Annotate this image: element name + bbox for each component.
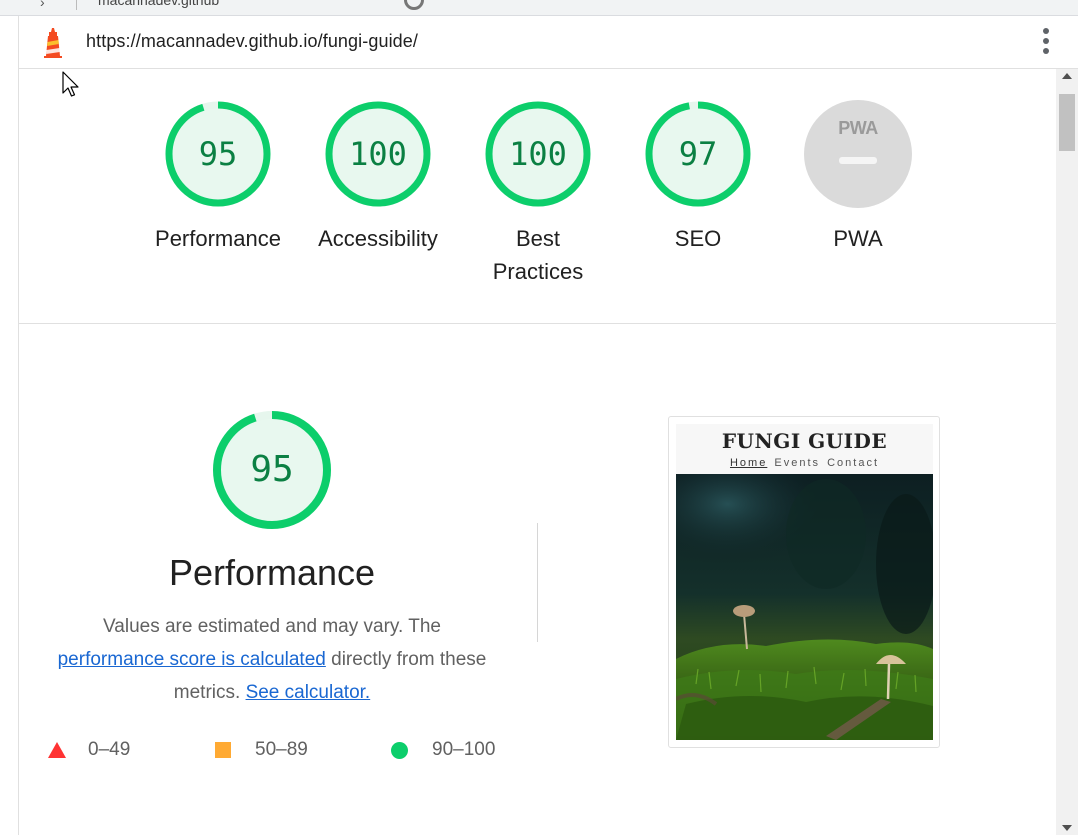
tab-title[interactable]: macannadev.github <box>98 0 219 8</box>
score-value: 97 <box>678 135 718 173</box>
gauge-label: Best Practices <box>492 226 584 284</box>
gauge-label: Performance <box>155 226 281 251</box>
score-value: 100 <box>349 135 407 173</box>
orange-square-icon <box>215 742 231 758</box>
site-nav-events: Events <box>774 457 821 469</box>
tab-separator <box>76 0 77 10</box>
mouse-cursor-icon <box>62 71 79 97</box>
score-calculated-link[interactable]: performance score is calculated <box>58 649 326 670</box>
desc-text: Values are estimated and may vary. The <box>103 616 441 637</box>
performance-title: Performance <box>168 552 376 593</box>
green-circle-icon <box>391 742 408 759</box>
gauge-label: Accessibility <box>318 226 438 251</box>
tab-back-icon[interactable]: › <box>40 0 45 10</box>
pwa-badge-ring: PWA <box>804 100 912 208</box>
section-divider <box>19 323 1056 324</box>
legend-average-range: 50–89 <box>255 739 308 760</box>
site-title: FUNGI GUIDE <box>721 429 888 453</box>
score-ring: 97 <box>644 100 752 208</box>
scroll-down-arrow-icon[interactable] <box>1062 825 1072 831</box>
site-nav-contact: Contact <box>827 457 880 469</box>
gauge-seo[interactable]: 97 SEO <box>628 100 768 255</box>
report-url-bar: https://macannadev.github.io/fungi-guide… <box>19 16 1078 69</box>
legend-pass-range: 90–100 <box>432 739 496 760</box>
red-triangle-icon <box>48 742 66 758</box>
pwa-badge-icon: PWA <box>804 100 912 208</box>
final-screenshot-card[interactable]: FUNGI GUIDE Home Events Contact <box>668 416 940 748</box>
gauge-accessibility[interactable]: 100 Accessibility <box>308 100 448 255</box>
vertical-separator <box>537 523 538 642</box>
mushroom-moss-photo <box>676 474 933 740</box>
lighthouse-icon <box>44 28 62 58</box>
score-ring: 100 <box>484 100 592 208</box>
see-calculator-link[interactable]: See calculator. <box>246 682 371 703</box>
score-ring: 100 <box>324 100 432 208</box>
performance-score-gauge: 95 <box>211 409 333 531</box>
gauge-label: PWA <box>833 226 883 251</box>
browser-tab-strip: › macannadev.github <box>0 0 1078 16</box>
score-ring: 95 <box>164 100 272 208</box>
site-nav: Home Events Contact <box>676 457 933 469</box>
score-value: 95 <box>250 449 294 490</box>
pwa-dash <box>839 157 877 164</box>
kebab-menu-icon[interactable] <box>1042 28 1050 58</box>
gauge-performance[interactable]: 95 Performance <box>148 100 288 255</box>
gauge-label: SEO <box>674 226 722 251</box>
lighthouse-report-page: › macannadev.github https://macannadev.g… <box>0 0 1078 835</box>
vertical-scrollbar[interactable] <box>1056 69 1078 835</box>
site-header-preview: FUNGI GUIDE Home Events Contact <box>676 424 933 474</box>
performance-description: Values are estimated and may vary. The p… <box>40 610 504 709</box>
gauge-best-practices[interactable]: 100 Best Practices <box>468 100 608 288</box>
left-border <box>18 16 19 835</box>
scroll-up-arrow-icon[interactable] <box>1062 73 1072 79</box>
score-scale-legend: 0–49 50–89 90–100 <box>48 738 518 762</box>
score-value: 95 <box>198 135 238 173</box>
legend-fail-range: 0–49 <box>88 739 131 760</box>
scrollbar-thumb[interactable] <box>1059 94 1075 151</box>
report-url[interactable]: https://macannadev.github.io/fungi-guide… <box>86 31 418 52</box>
score-value: 100 <box>509 135 567 173</box>
gauge-pwa[interactable]: PWA PWA <box>788 100 928 255</box>
pwa-badge-text: PWA <box>838 118 878 138</box>
loading-ring-icon <box>404 0 424 10</box>
site-nav-home: Home <box>729 457 768 469</box>
